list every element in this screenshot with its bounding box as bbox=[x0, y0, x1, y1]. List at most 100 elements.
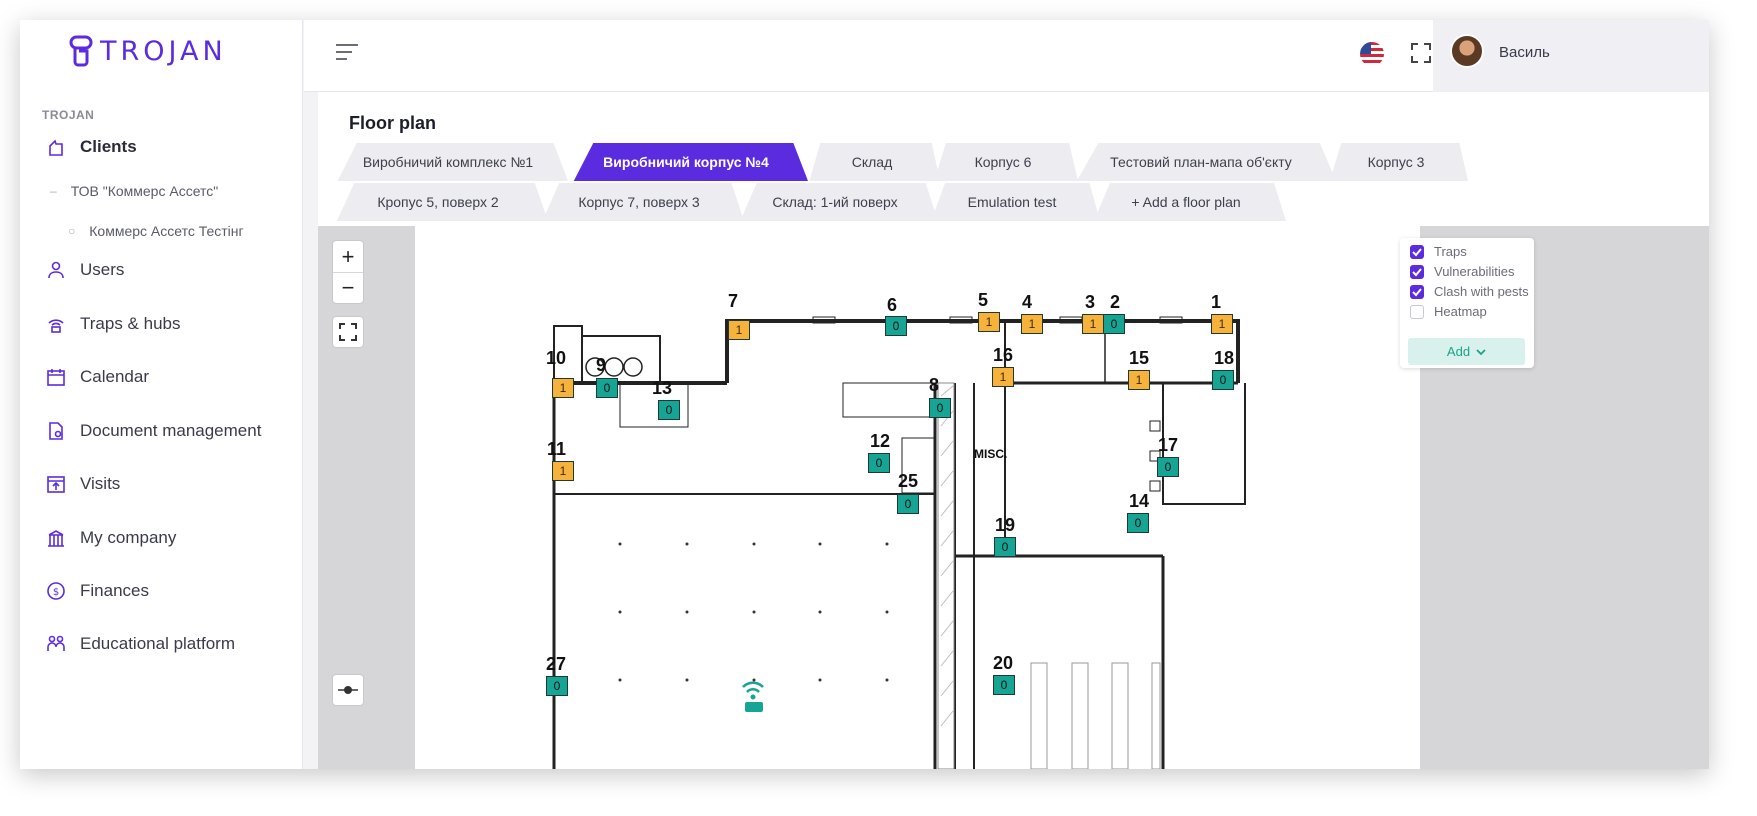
trap-number: 20 bbox=[993, 653, 1014, 673]
logo[interactable]: TROJAN bbox=[68, 34, 227, 68]
checkbox-icon[interactable] bbox=[1410, 304, 1424, 319]
sidebar-item-documents[interactable]: Document management bbox=[46, 421, 261, 441]
zoom-in-button[interactable]: + bbox=[333, 241, 363, 272]
page-title: Floor plan bbox=[349, 113, 436, 133]
user-name: Василь bbox=[1499, 44, 1550, 61]
add-label: Add bbox=[1446, 344, 1471, 359]
sidebar-item-label: Educational platform bbox=[80, 634, 235, 653]
sidebar-subitem-label: Коммерс Ассетс Тестінг bbox=[89, 223, 244, 239]
sidebar-item-label: Finances bbox=[80, 581, 149, 600]
trap-marker[interactable]: 1 bbox=[552, 461, 574, 481]
layer-traps[interactable]: Traps bbox=[1410, 244, 1467, 259]
trap-number: 8 bbox=[929, 375, 940, 395]
trap-marker[interactable]: 0 bbox=[897, 494, 919, 514]
tab-floor[interactable]: Emulation test bbox=[924, 183, 1100, 221]
trap-marker[interactable]: 0 bbox=[929, 398, 951, 418]
tab-floor[interactable]: Корпус 7, поверх 3 bbox=[534, 183, 744, 221]
floor-plan-canvas[interactable]: MISC. 1 1 2 0 3 1 4 1 5 1 6 0 7 1 8 0 9 … bbox=[415, 226, 1420, 769]
building-icon bbox=[48, 530, 64, 547]
trap-marker[interactable]: 0 bbox=[1127, 513, 1149, 533]
trap-marker[interactable]: 1 bbox=[978, 312, 1000, 332]
tab-floor[interactable]: Склад bbox=[804, 143, 940, 181]
clients-icon bbox=[49, 139, 63, 156]
layer-clash[interactable]: Clash with pests bbox=[1410, 284, 1529, 299]
misc-label: MISC. bbox=[974, 447, 1007, 461]
trap-number: 3 bbox=[1085, 292, 1096, 312]
sidebar-item-finances[interactable]: $ Finances bbox=[46, 581, 149, 601]
trap-number: 15 bbox=[1129, 348, 1150, 368]
trap-marker[interactable]: 0 bbox=[1157, 457, 1179, 477]
svg-text:$: $ bbox=[53, 587, 59, 598]
trap-marker[interactable]: 1 bbox=[1082, 314, 1104, 334]
trap-marker[interactable]: 1 bbox=[728, 320, 750, 340]
trap-marker[interactable]: 0 bbox=[596, 378, 618, 398]
add-floor-plan-tab[interactable]: + Add a floor plan bbox=[1086, 183, 1286, 221]
trap-number: 12 bbox=[870, 431, 891, 451]
trap-number: 16 bbox=[993, 345, 1014, 365]
trap-number: 1 bbox=[1211, 292, 1222, 312]
trap-marker[interactable]: 0 bbox=[994, 537, 1016, 557]
trap-number: 17 bbox=[1158, 435, 1179, 455]
sidebar-item-traps-hubs[interactable]: Traps & hubs bbox=[46, 314, 180, 334]
trap-number: 25 bbox=[898, 471, 919, 491]
layer-label: Clash with pests bbox=[1434, 284, 1529, 299]
zoom-out-button[interactable]: − bbox=[333, 272, 363, 303]
tab-floor[interactable]: Кропус 5, поверх 2 bbox=[328, 183, 548, 221]
sidebar-item-label: Users bbox=[80, 260, 125, 279]
sidebar-item-calendar[interactable]: Calendar bbox=[46, 367, 149, 387]
sidebar-subitem-label: ТОВ "Коммерс Ассетс" bbox=[70, 183, 219, 199]
checkbox-checked-icon[interactable] bbox=[1410, 244, 1424, 259]
hub-icon bbox=[48, 319, 64, 333]
sidebar-item-my-company[interactable]: My company bbox=[46, 528, 176, 548]
trap-marker[interactable]: 0 bbox=[546, 676, 568, 696]
layer-vulnerabilities[interactable]: Vulnerabilities bbox=[1410, 264, 1514, 279]
tab-floor[interactable]: Корпус 6 bbox=[928, 143, 1078, 181]
sidebar-subitem-client-test[interactable]: ○ Коммерс Ассетс Тестінг bbox=[68, 223, 244, 239]
sidebar-item-clients[interactable]: Clients bbox=[46, 137, 137, 157]
floor-map[interactable]: MISC. 1 1 2 0 3 1 4 1 5 1 6 0 7 1 8 0 9 … bbox=[318, 226, 1709, 769]
money-icon: $ bbox=[47, 582, 65, 600]
trap-marker[interactable]: 0 bbox=[1103, 314, 1125, 334]
tab-floor[interactable]: Виробничий комплекс №1 bbox=[328, 143, 568, 181]
slider-button[interactable] bbox=[332, 674, 364, 706]
layers-panel: Traps Vulnerabilities Clash with pests H… bbox=[1400, 238, 1534, 368]
trap-marker[interactable]: 1 bbox=[1128, 370, 1150, 390]
trap-marker[interactable]: 1 bbox=[992, 367, 1014, 387]
checkbox-checked-icon[interactable] bbox=[1410, 284, 1424, 299]
trap-marker[interactable]: 0 bbox=[1212, 370, 1234, 390]
trap-marker[interactable]: 0 bbox=[658, 400, 680, 420]
chevron-down-icon bbox=[1476, 348, 1486, 355]
trap-marker[interactable]: 0 bbox=[993, 675, 1015, 695]
avatar bbox=[1450, 34, 1484, 68]
app-window: TROJAN TROJAN Clients – ТОВ "Коммерс Асс… bbox=[20, 20, 1709, 769]
trap-marker[interactable]: 0 bbox=[885, 316, 907, 336]
sidebar-subitem-client[interactable]: – ТОВ "Коммерс Ассетс" bbox=[50, 183, 218, 199]
menu-toggle-icon[interactable] bbox=[336, 44, 358, 62]
main-content: Floor plan Виробничий комплекс №1 Виробн… bbox=[318, 92, 1709, 769]
trap-marker[interactable]: 1 bbox=[1211, 314, 1233, 334]
slider-icon bbox=[338, 686, 358, 694]
trap-number: 14 bbox=[1129, 491, 1150, 511]
tab-floor[interactable]: Тестовий план-мапа об'єкту bbox=[1066, 143, 1336, 181]
tab-floor[interactable]: Склад: 1-ий поверх bbox=[732, 183, 938, 221]
calendar-icon bbox=[47, 369, 65, 386]
trap-marker[interactable]: 1 bbox=[552, 378, 574, 398]
fit-view-button[interactable] bbox=[332, 316, 364, 348]
sidebar-item-education[interactable]: Educational platform bbox=[46, 634, 235, 654]
layer-heatmap[interactable]: Heatmap bbox=[1410, 304, 1487, 319]
sidebar-item-visits[interactable]: Visits bbox=[46, 474, 120, 494]
user-icon bbox=[48, 261, 64, 279]
trap-marker[interactable]: 1 bbox=[1021, 314, 1043, 334]
add-button[interactable]: Add bbox=[1408, 338, 1525, 365]
tab-floor[interactable]: Корпус 3 bbox=[1324, 143, 1468, 181]
trap-number: 2 bbox=[1110, 292, 1121, 312]
fullscreen-icon[interactable] bbox=[1410, 42, 1432, 64]
trap-number: 7 bbox=[728, 291, 739, 311]
us-flag-icon[interactable] bbox=[1360, 42, 1384, 66]
user-menu[interactable]: Василь bbox=[1433, 20, 1709, 92]
sidebar-item-users[interactable]: Users bbox=[46, 260, 124, 280]
hub-wifi-icon[interactable] bbox=[742, 681, 764, 712]
checkbox-checked-icon[interactable] bbox=[1410, 264, 1424, 279]
tab-floor-active[interactable]: Виробничий корпус №4 bbox=[564, 143, 808, 181]
trap-marker[interactable]: 0 bbox=[868, 453, 890, 473]
